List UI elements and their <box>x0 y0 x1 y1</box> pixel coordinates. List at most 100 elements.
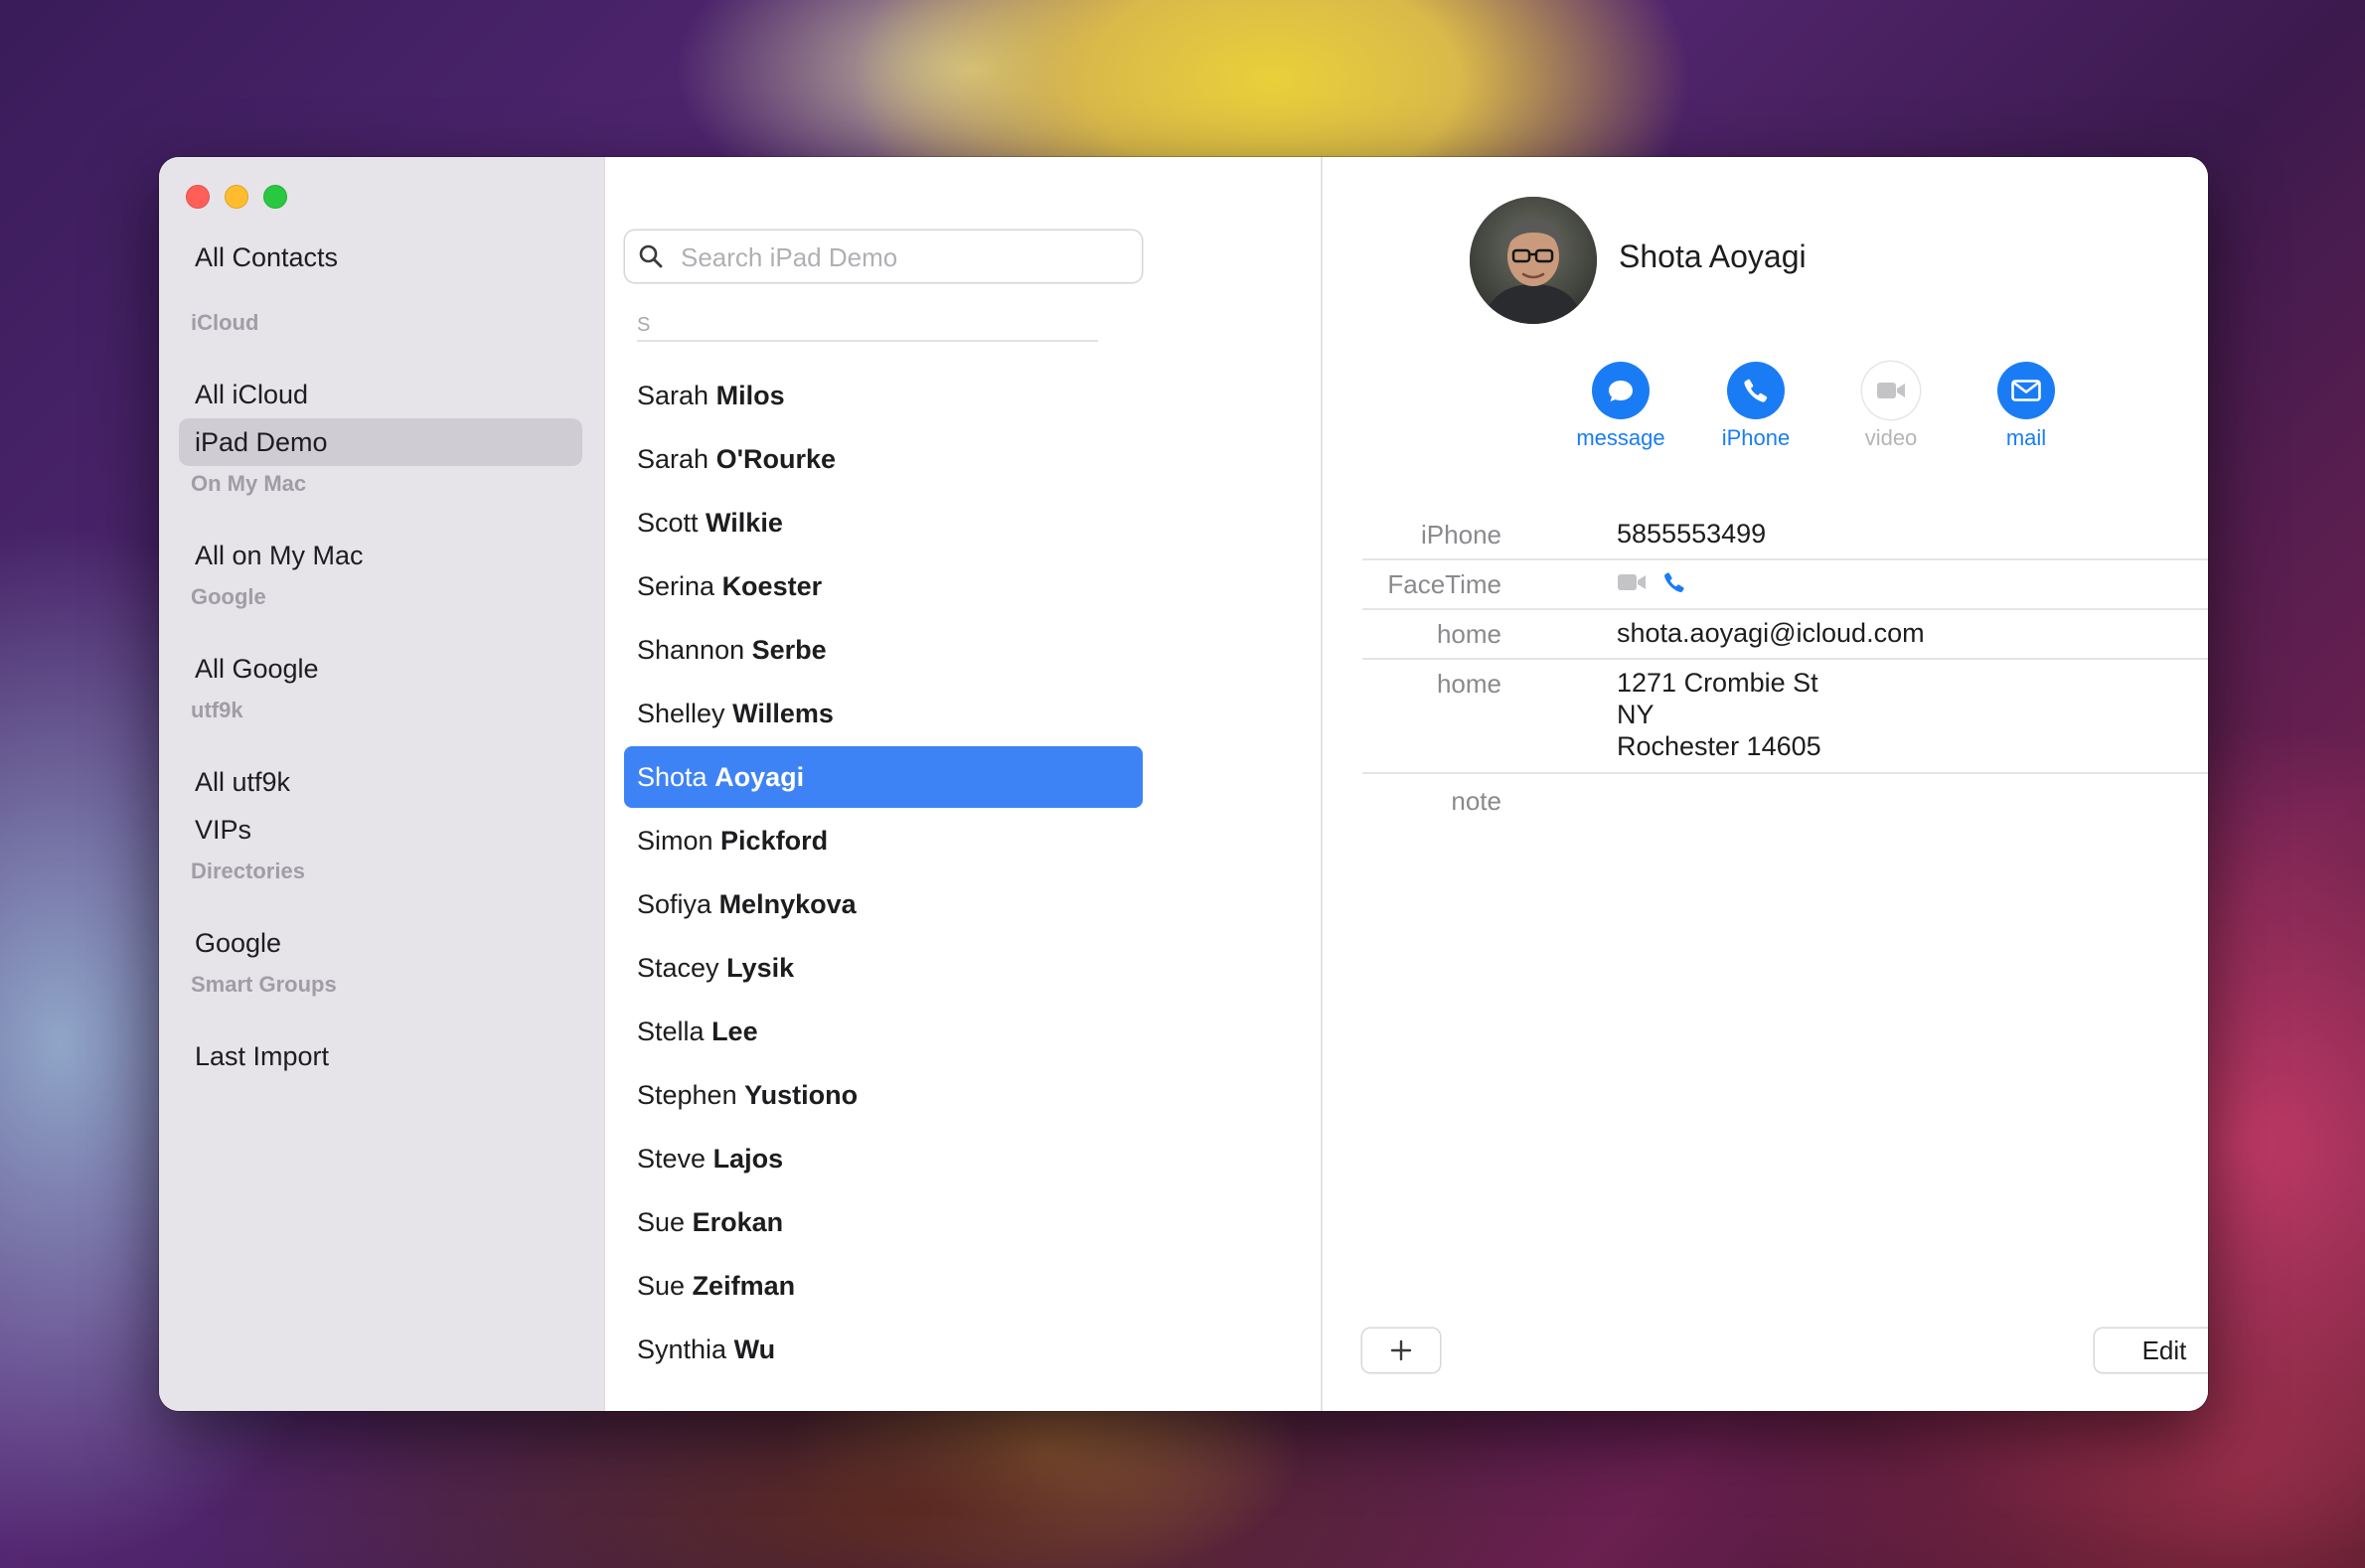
close-window-button[interactable] <box>186 185 210 209</box>
envelope-icon <box>1997 362 2055 419</box>
contacts-window: All Contacts iCloud All iCloud iPad Demo… <box>159 157 2208 1411</box>
action-label-video: video <box>1864 425 1918 450</box>
phone-field-label: iPhone <box>1421 520 1501 549</box>
contact-last-name: Yustiono <box>744 1080 859 1110</box>
contact-row[interactable]: Sue Zeifman <box>624 1255 1143 1317</box>
contact-name: Shota Aoyagi <box>1619 238 1807 274</box>
contact-row[interactable]: Stacey Lysik <box>624 937 1143 999</box>
facetime-audio-icon[interactable] <box>1662 570 1686 594</box>
facetime-video-icon[interactable] <box>1617 571 1647 593</box>
sidebar-item-all-google[interactable]: All Google <box>179 645 582 693</box>
address-state[interactable]: NY <box>1617 700 1655 730</box>
address-street[interactable]: 1271 Crombie St <box>1617 668 1818 699</box>
search-input[interactable] <box>679 231 1130 284</box>
avatar-photo-image <box>1470 197 1597 324</box>
contact-first-name: Stacey <box>637 953 719 983</box>
phone-icon <box>1727 362 1785 419</box>
contact-row[interactable]: Shannon Serbe <box>624 619 1143 681</box>
contact-first-name: Scott <box>637 508 699 538</box>
contact-detail-pane: Shota Aoyagi message iPhone video mail i… <box>1323 157 2208 1411</box>
message-action-button[interactable]: message <box>1561 362 1680 451</box>
contact-last-name: Zeifman <box>692 1271 796 1301</box>
phone-field-value[interactable]: 5855553499 <box>1617 519 1766 549</box>
email-field-label: home <box>1436 619 1501 649</box>
contact-first-name: Sofiya <box>637 889 712 919</box>
video-camera-icon <box>1862 362 1920 419</box>
sidebar-item-all-contacts[interactable]: All Contacts <box>179 234 582 281</box>
contact-last-name: Pickford <box>720 826 829 856</box>
sidebar-item-directory-google[interactable]: Google <box>179 919 582 967</box>
sidebar-header-google: Google <box>191 584 266 609</box>
sidebar-header-smart-groups: Smart Groups <box>191 972 337 997</box>
contact-first-name: Synthia <box>637 1334 727 1364</box>
contact-row[interactable]: Sarah O'Rourke <box>624 428 1143 490</box>
contact-row[interactable]: Shelley Willems <box>624 683 1143 744</box>
sidebar-item-vips[interactable]: VIPs <box>179 806 582 854</box>
field-divider <box>1362 608 2208 610</box>
email-field-value[interactable]: shota.aoyagi@icloud.com <box>1617 618 1925 649</box>
contact-last-name: Aoyagi <box>714 762 805 792</box>
contact-last-name: Lee <box>711 1017 758 1046</box>
sidebar: All Contacts iCloud All iCloud iPad Demo… <box>159 157 604 1411</box>
field-divider <box>1362 772 2208 774</box>
sidebar-header-icloud: iCloud <box>191 310 259 335</box>
contact-last-name: Erokan <box>692 1207 784 1237</box>
section-divider <box>637 340 1098 342</box>
field-divider <box>1362 658 2208 660</box>
contact-first-name: Serina <box>637 571 715 601</box>
sidebar-header-on-my-mac: On My Mac <box>191 471 307 496</box>
contact-last-name: Lysik <box>726 953 795 983</box>
contact-first-name: Sue <box>637 1271 686 1301</box>
note-field-label: note <box>1451 786 1501 816</box>
contact-row-selected[interactable]: Shota Aoyagi <box>624 746 1143 808</box>
contact-row[interactable]: Sarah Milos <box>624 365 1143 426</box>
sidebar-item-all-utf9k[interactable]: All utf9k <box>179 758 582 806</box>
contact-first-name: Sue <box>637 1207 686 1237</box>
contact-last-name: Lajos <box>712 1144 784 1174</box>
contact-last-name: Wilkie <box>706 508 783 538</box>
contact-last-name: Koester <box>721 571 823 601</box>
field-divider <box>1362 558 2208 560</box>
contact-first-name: Sarah <box>637 444 710 474</box>
sidebar-item-all-on-my-mac[interactable]: All on My Mac <box>179 532 582 579</box>
contact-first-name: Shota <box>637 762 708 792</box>
facetime-buttons <box>1617 570 1686 594</box>
zoom-window-button[interactable] <box>263 185 287 209</box>
sidebar-item-last-import[interactable]: Last Import <box>179 1032 582 1080</box>
contact-row[interactable]: Sofiya Melnykova <box>624 873 1143 935</box>
address-city-zip[interactable]: Rochester 14605 <box>1617 731 1821 762</box>
contact-first-name: Simon <box>637 826 713 856</box>
address-field-label: home <box>1436 669 1501 699</box>
search-field[interactable] <box>625 231 1142 284</box>
contact-last-name: Melnykova <box>718 889 857 919</box>
contact-row[interactable]: Simon Pickford <box>624 810 1143 871</box>
sidebar-item-ipad-demo[interactable]: iPad Demo <box>179 418 582 466</box>
contact-row[interactable]: Sue Erokan <box>624 1191 1143 1253</box>
call-action-button[interactable]: iPhone <box>1696 362 1815 451</box>
contact-row[interactable]: Synthia Wu <box>624 1319 1143 1380</box>
sidebar-header-directories: Directories <box>191 859 305 883</box>
sidebar-header-utf9k: utf9k <box>191 698 243 722</box>
contact-list-pane: S Sarah Milos Sarah O'Rourke Scott Wilki… <box>604 157 1323 1411</box>
action-label-iphone: iPhone <box>1721 425 1791 450</box>
contact-last-name: Willems <box>732 699 834 728</box>
minimize-window-button[interactable] <box>225 185 248 209</box>
avatar[interactable] <box>1470 197 1597 324</box>
video-action-button[interactable]: video <box>1831 362 1951 451</box>
search-icon <box>639 244 663 268</box>
add-contact-button[interactable] <box>1362 1329 1440 1372</box>
message-bubble-icon <box>1592 362 1650 419</box>
edit-button[interactable]: Edit <box>2095 1329 2208 1372</box>
mail-action-button[interactable]: mail <box>1967 362 2086 451</box>
contact-row[interactable]: Steve Lajos <box>624 1128 1143 1189</box>
contact-row[interactable]: Serina Koester <box>624 555 1143 617</box>
contact-row[interactable]: Stella Lee <box>624 1001 1143 1062</box>
section-header-letter: S <box>637 314 651 336</box>
contact-row[interactable]: Scott Wilkie <box>624 492 1143 553</box>
contact-first-name: Stephen <box>637 1080 737 1110</box>
contact-row[interactable]: Stephen Yustiono <box>624 1064 1143 1126</box>
contact-last-name: Milos <box>715 381 785 410</box>
sidebar-item-all-icloud[interactable]: All iCloud <box>179 371 582 418</box>
contact-last-name: O'Rourke <box>715 444 837 474</box>
contact-first-name: Stella <box>637 1017 705 1046</box>
